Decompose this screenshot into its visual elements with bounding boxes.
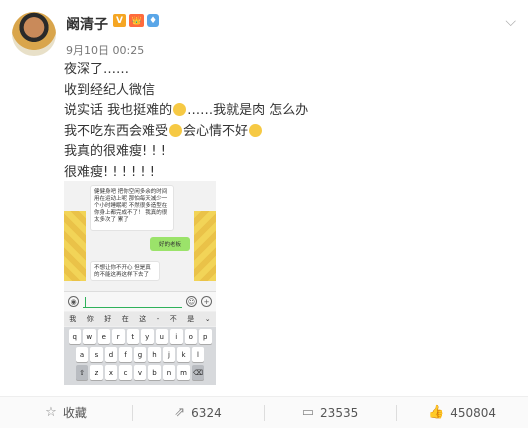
level-badge-icon: ♦: [147, 14, 159, 27]
post-line: 很难瘦! ! ! ! ! !: [64, 164, 155, 180]
backspace-key-icon: ⌫: [191, 365, 205, 380]
chat-area: 健健身吧 把你空闲多余的时间用在运动上呢 那怕每天减少一个小时睡眠呢 不然很多造…: [64, 181, 216, 291]
user-avatar[interactable]: [12, 12, 56, 56]
favorite-button[interactable]: ☆ 收藏: [0, 397, 132, 428]
voice-icon: ◉: [68, 296, 79, 307]
like-button[interactable]: 👍 450804: [396, 397, 528, 428]
chevron-down-icon[interactable]: ⌵: [505, 14, 516, 30]
vip-crown-icon: 👑: [129, 14, 144, 27]
verified-badge-icon: V: [113, 14, 126, 27]
decorative-sticker: [64, 211, 86, 281]
keyboard: qw er ty ui op as df gh jk l ⇧ zx cv bn …: [64, 327, 216, 385]
ime-candidate-bar: 我你 好在 这- 不是 ⌄: [64, 312, 216, 326]
post-line: 我不吃东西会难受 会心情不好: [64, 122, 308, 143]
chat-message: 不想让你不开心 但是真的不能这再这样下去了: [90, 261, 160, 281]
decorative-sticker: [194, 211, 216, 281]
comment-icon: ▭: [301, 405, 315, 420]
thumbs-up-icon: 👍: [428, 405, 445, 420]
post-line: 说实话 我也挺难的 ……我就是肉 怎么办: [64, 103, 309, 118]
post-text: 夜深了…… 收到经纪人微信 说实话 我也挺难的 ……我就是肉 怎么办 我不吃东西会…: [64, 60, 308, 183]
repost-button[interactable]: ⇗ 6324: [132, 397, 264, 428]
comment-button[interactable]: ▭ 23535: [264, 397, 396, 428]
crying-emoji-icon: [173, 103, 187, 116]
crying-emoji-icon: [169, 123, 183, 137]
post-line: 收到经纪人微信: [64, 82, 156, 98]
star-icon: ☆: [45, 405, 57, 420]
chat-message-reply: 好的老板: [150, 237, 190, 251]
repost-icon: ⇗: [174, 405, 186, 420]
attached-screenshot[interactable]: 健健身吧 把你空闲多余的时间用在运动上呢 那怕每天减少一个小时睡眠呢 不然很多造…: [64, 181, 216, 385]
chevron-down-icon: ⌄: [204, 315, 211, 323]
chat-input-bar: ◉ ☺ +: [64, 291, 216, 311]
username[interactable]: 阚清子: [66, 14, 108, 34]
action-bar: ☆ 收藏 ⇗ 6324 ▭ 23535 👍 450804: [0, 396, 528, 428]
chat-message: 健健身吧 把你空闲多余的时间用在运动上呢 那怕每天减少一个小时睡眠呢 不然很多造…: [90, 185, 174, 231]
post-timestamp[interactable]: 9月10日 00:25: [66, 42, 144, 58]
user-badges: V 👑 ♦: [113, 14, 159, 27]
plus-icon: +: [201, 296, 212, 307]
crying-emoji-icon: [249, 123, 263, 137]
emoji-icon: ☺: [186, 296, 197, 307]
chat-input-field: [83, 296, 182, 308]
shift-key-icon: ⇧: [75, 365, 89, 380]
post-line: 夜深了……: [64, 62, 130, 77]
text-cursor: [85, 296, 86, 307]
post-line: 我真的很难瘦! ! !: [64, 144, 166, 159]
